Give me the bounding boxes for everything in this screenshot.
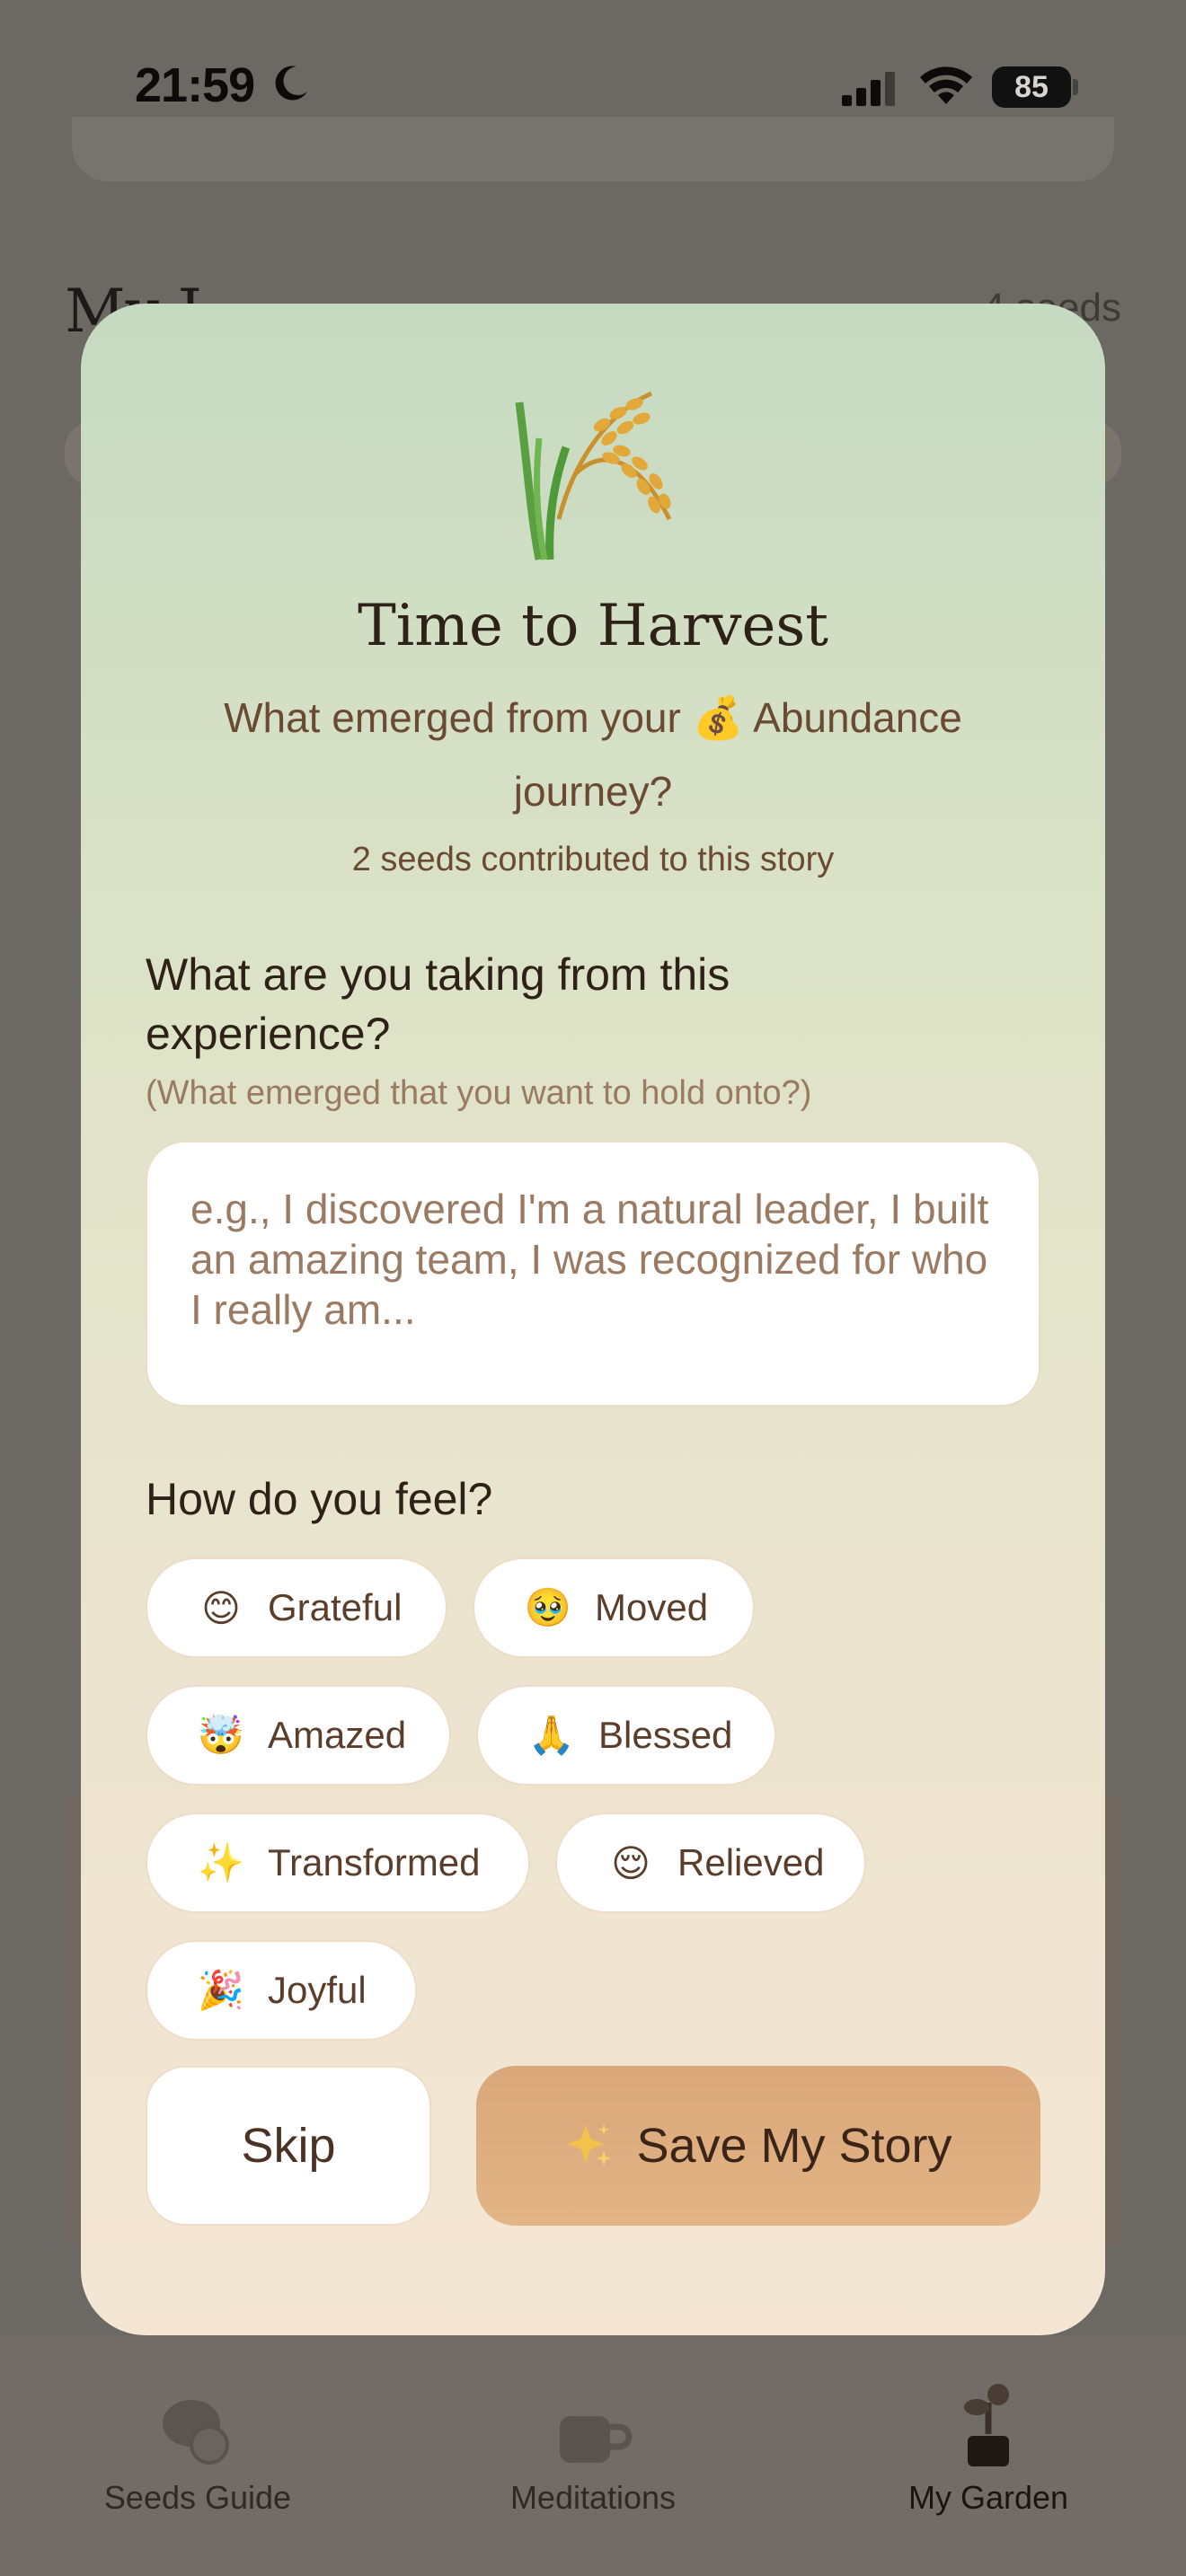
moon-icon <box>275 66 307 101</box>
status-time: 21:59 <box>135 58 255 112</box>
plant-pot-icon <box>854 2384 1123 2470</box>
sparkles-icon <box>568 2124 612 2166</box>
relieved-face-icon: 😌 <box>611 1841 651 1884</box>
feeling-label: Amazed <box>268 1714 407 1756</box>
tab-bar: Seeds Guide Meditations My Garden <box>0 2335 1186 2576</box>
feeling-label: Transformed <box>268 1841 481 1883</box>
cellular-signal-icon <box>842 72 895 106</box>
tab-seeds-guide[interactable]: Seeds Guide <box>63 2389 332 2517</box>
battery-level: 85 <box>1014 69 1049 104</box>
wheat-icon <box>515 391 672 560</box>
takeaway-input[interactable] <box>146 1141 1040 1407</box>
modal-subtitle: What emerged from your 💰 Abundance journ… <box>224 694 962 815</box>
save-story-label: Save My Story <box>636 2119 952 2173</box>
mind-blown-icon: 🤯 <box>197 1713 245 1756</box>
feeling-chip-joyful[interactable]: 🎉 Joyful <box>146 1940 417 2041</box>
feeling-label: Moved <box>595 1586 709 1628</box>
harvest-modal: Time to Harvest What emerged from your 💰… <box>81 304 1105 2335</box>
battery-cap <box>1073 79 1078 95</box>
feeling-label: Relieved <box>677 1841 825 1883</box>
party-popper-icon: 🎉 <box>197 1968 245 2011</box>
feeling-chip-moved[interactable]: 🥹 Moved <box>473 1557 755 1658</box>
takeaway-hint: (What emerged that you want to hold onto… <box>146 1074 812 1112</box>
modal-title: Time to Harvest <box>358 593 828 659</box>
holding-back-tears-icon: 🥹 <box>524 1585 572 1628</box>
feelings-heading: How do you feel? <box>146 1474 493 1524</box>
background-top-card <box>72 117 1114 181</box>
feeling-chip-transformed[interactable]: ✨ Transformed <box>146 1813 530 1913</box>
smiling-face-icon: 😊 <box>201 1586 241 1629</box>
seeds-contributed-note: 2 seeds contributed to this story <box>351 841 835 878</box>
tab-label: Meditations <box>509 2479 677 2516</box>
sparkles-icon: ✨ <box>197 1840 245 1883</box>
tab-label: Seeds Guide <box>103 2479 292 2516</box>
tab-my-garden[interactable]: My Garden <box>854 2384 1123 2517</box>
feeling-chip-blessed[interactable]: 🙏 Blessed <box>476 1685 776 1786</box>
tab-label: My Garden <box>907 2479 1069 2516</box>
feeling-label: Grateful <box>268 1586 403 1628</box>
seeds-icon <box>63 2389 332 2470</box>
battery-indicator: 85 <box>992 66 1071 108</box>
feeling-label: Joyful <box>268 1969 367 2011</box>
cup-icon <box>458 2389 728 2470</box>
feeling-label: Blessed <box>598 1714 733 1756</box>
feeling-chip-grateful[interactable]: 😊 Grateful <box>146 1557 447 1658</box>
folded-hands-icon: 🙏 <box>527 1713 576 1756</box>
feeling-chip-relieved[interactable]: 😌 Relieved <box>555 1813 866 1913</box>
takeaway-question: What are you taking from this experience… <box>146 949 730 1059</box>
feeling-chip-amazed[interactable]: 🤯 Amazed <box>146 1685 451 1786</box>
tab-meditations[interactable]: Meditations <box>458 2389 728 2517</box>
wifi-icon <box>920 66 972 104</box>
skip-button[interactable]: Skip <box>146 2066 431 2226</box>
save-story-button[interactable]: Save My Story <box>476 2066 1040 2226</box>
